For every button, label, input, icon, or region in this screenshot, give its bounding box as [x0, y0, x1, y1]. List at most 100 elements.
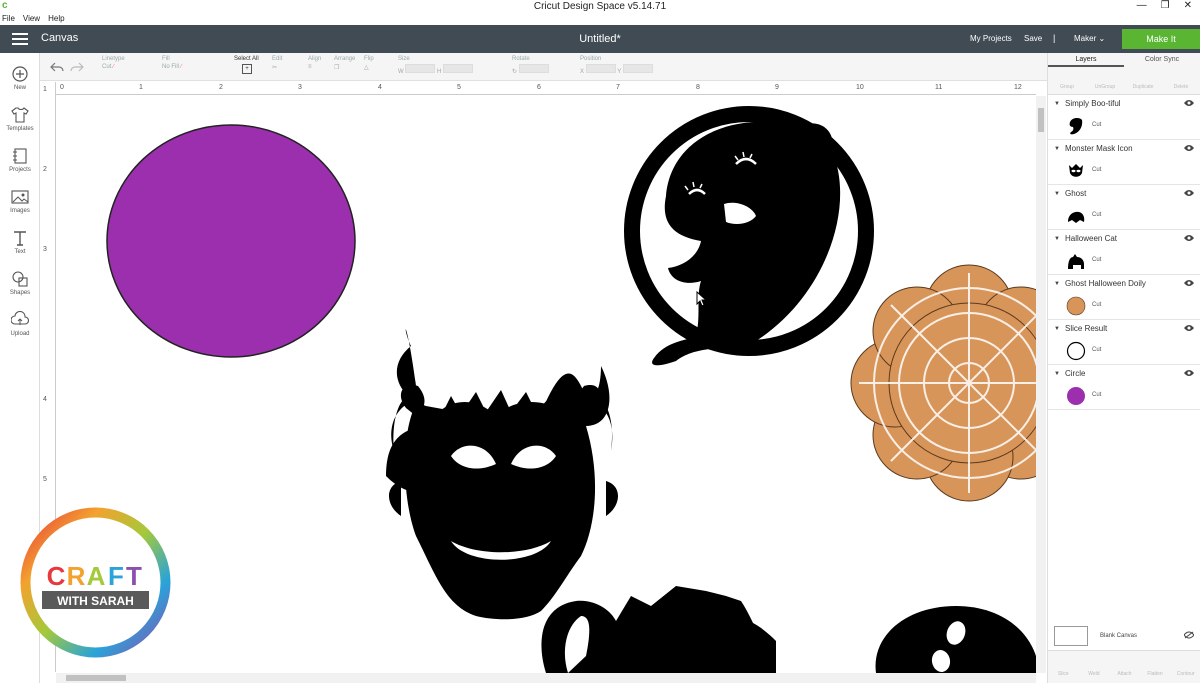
- contour-button[interactable]: Contour: [1170, 651, 1200, 683]
- eye-icon[interactable]: [1184, 369, 1194, 377]
- flatten-button[interactable]: Flatten: [1140, 651, 1171, 683]
- design-canvas[interactable]: [56, 96, 1036, 673]
- ghost-shape[interactable]: [875, 606, 1036, 673]
- shirt-icon: [11, 107, 29, 123]
- layer-halloween-cat[interactable]: ▼ Halloween Cat Cut: [1048, 230, 1200, 275]
- caret-down-icon[interactable]: ▼: [1054, 236, 1060, 242]
- attach-button[interactable]: Attach: [1109, 651, 1140, 683]
- menu-view[interactable]: View: [23, 13, 40, 25]
- blank-canvas-label: Blank Canvas: [1100, 633, 1138, 639]
- arrange-button[interactable]: Arrange ❐: [334, 56, 355, 71]
- layer-simply-boo-tiful[interactable]: ▼ Simply Boo-tiful Cut: [1048, 95, 1200, 140]
- layer-monster-mask-icon[interactable]: ▼ Monster Mask Icon Cut: [1048, 140, 1200, 185]
- caret-down-icon[interactable]: ▼: [1054, 371, 1060, 377]
- rail-upload[interactable]: Upload: [0, 311, 40, 337]
- caret-down-icon[interactable]: ▼: [1054, 326, 1060, 332]
- canvas-vertical-scrollbar[interactable]: [1036, 96, 1046, 673]
- linetype-group[interactable]: Linetype Cut ∕: [102, 56, 125, 70]
- rail-templates[interactable]: Templates: [0, 106, 40, 132]
- chevron-down-icon: ⌄: [1098, 34, 1106, 43]
- select-all-icon: +: [242, 64, 252, 74]
- edit-toolbar: Linetype Cut ∕ Fill No Fill ∕ Select All + …: [40, 53, 1047, 81]
- caret-down-icon[interactable]: ▼: [1054, 281, 1060, 287]
- layer-thumbnail: [1068, 211, 1085, 223]
- y-input[interactable]: [622, 64, 653, 73]
- caret-down-icon[interactable]: ▼: [1054, 101, 1060, 107]
- group-button[interactable]: Group: [1048, 67, 1086, 94]
- fill-group[interactable]: Fill No Fill ∕: [162, 56, 182, 70]
- menu-bar: File View Help: [0, 13, 1200, 25]
- duplicate-button[interactable]: Duplicate: [1124, 67, 1162, 94]
- layer-thumbnail: [1066, 296, 1086, 316]
- eye-icon[interactable]: [1184, 234, 1194, 242]
- machine-select[interactable]: Maker ⌄: [1074, 34, 1105, 43]
- eye-icon[interactable]: [1184, 324, 1194, 332]
- flip-button[interactable]: Flip △: [364, 56, 374, 71]
- menu-file[interactable]: File: [2, 13, 15, 25]
- my-projects-link[interactable]: My Projects: [970, 34, 1012, 43]
- horizontal-ruler: 0 1 2 3 4 5 6 7 8 9 10 11 12: [56, 82, 1036, 95]
- close-icon[interactable]: ✕: [1184, 0, 1192, 12]
- arrange-icon: ❐: [334, 65, 340, 71]
- layer-ghost-halloween-doily[interactable]: ▼ Ghost Halloween Doily Cut: [1048, 275, 1200, 320]
- align-button[interactable]: Align ≡: [308, 56, 321, 70]
- layers-panel: Layers Color Sync Group UnGroup Duplicat…: [1047, 53, 1200, 683]
- rail-images[interactable]: Images: [0, 188, 40, 214]
- tab-color-sync[interactable]: Color Sync: [1124, 53, 1200, 67]
- rail-new[interactable]: New: [0, 65, 40, 91]
- rail-shapes[interactable]: Shapes: [0, 270, 40, 296]
- layer-thumbnail: [1068, 254, 1084, 269]
- delete-button[interactable]: Delete: [1162, 67, 1200, 94]
- rotate-input[interactable]: [518, 64, 549, 73]
- ungroup-button[interactable]: UnGroup: [1086, 67, 1124, 94]
- width-input[interactable]: [405, 64, 436, 73]
- minimize-icon[interactable]: —: [1137, 0, 1147, 12]
- weld-button[interactable]: Weld: [1079, 651, 1110, 683]
- rotate-group: Rotate ↻: [512, 56, 549, 75]
- halloween-cat-shape[interactable]: [541, 586, 776, 673]
- svg-text:F: F: [108, 561, 124, 591]
- canvas-horizontal-scrollbar[interactable]: [56, 673, 1036, 683]
- make-it-button[interactable]: Make It: [1122, 29, 1200, 49]
- eye-icon[interactable]: [1184, 189, 1194, 197]
- svg-text:T: T: [126, 561, 142, 591]
- caret-down-icon[interactable]: ▼: [1054, 146, 1060, 152]
- undo-icon[interactable]: [50, 61, 64, 73]
- caret-down-icon[interactable]: ▼: [1054, 191, 1060, 197]
- tab-layers[interactable]: Layers: [1048, 53, 1124, 67]
- redo-icon[interactable]: [70, 61, 84, 73]
- rail-projects[interactable]: Projects: [0, 147, 40, 173]
- monster-mask-shape[interactable]: [386, 329, 619, 620]
- shapes-icon: [12, 271, 28, 287]
- layer-ghost[interactable]: ▼ Ghost Cut: [1048, 185, 1200, 230]
- linetype-color-icon: ∕: [113, 64, 115, 70]
- craft-with-sarah-logo: C R A F T WITH SARAH: [20, 507, 171, 658]
- align-icon: ≡: [308, 64, 312, 70]
- svg-text:WITH SARAH: WITH SARAH: [57, 594, 134, 608]
- layer-slice-result[interactable]: ▼ Slice Result Cut: [1048, 320, 1200, 365]
- maximize-icon[interactable]: ❐: [1161, 0, 1170, 12]
- window-titlebar: c Cricut Design Space v5.14.71 — ❐ ✕: [0, 0, 1200, 13]
- fill-color-icon: ∕: [180, 64, 182, 70]
- position-group: Position X Y: [580, 56, 653, 75]
- layer-thumbnail: [1069, 164, 1083, 177]
- rail-text[interactable]: Text: [0, 229, 40, 255]
- layer-circle[interactable]: ▼ Circle Cut: [1048, 365, 1200, 410]
- halloween-doily-shape[interactable]: [850, 264, 1036, 502]
- menu-help[interactable]: Help: [48, 13, 64, 25]
- svg-text:C: C: [47, 561, 66, 591]
- slice-button[interactable]: Slice: [1048, 651, 1079, 683]
- x-input[interactable]: [585, 64, 616, 73]
- save-button[interactable]: Save: [1024, 34, 1042, 43]
- boo-tiful-ghost-shape[interactable]: [624, 106, 874, 366]
- edit-button[interactable]: Edit ✂: [272, 56, 282, 71]
- select-all-button[interactable]: Select All +: [234, 56, 259, 74]
- eye-icon[interactable]: [1184, 279, 1194, 287]
- purple-circle-shape[interactable]: [106, 124, 356, 358]
- eye-icon[interactable]: [1184, 144, 1194, 152]
- height-input[interactable]: [443, 64, 474, 73]
- eye-icon[interactable]: [1184, 99, 1194, 107]
- blank-canvas-swatch[interactable]: [1054, 626, 1088, 646]
- flip-icon: △: [364, 65, 369, 71]
- eye-hidden-icon[interactable]: [1184, 631, 1194, 639]
